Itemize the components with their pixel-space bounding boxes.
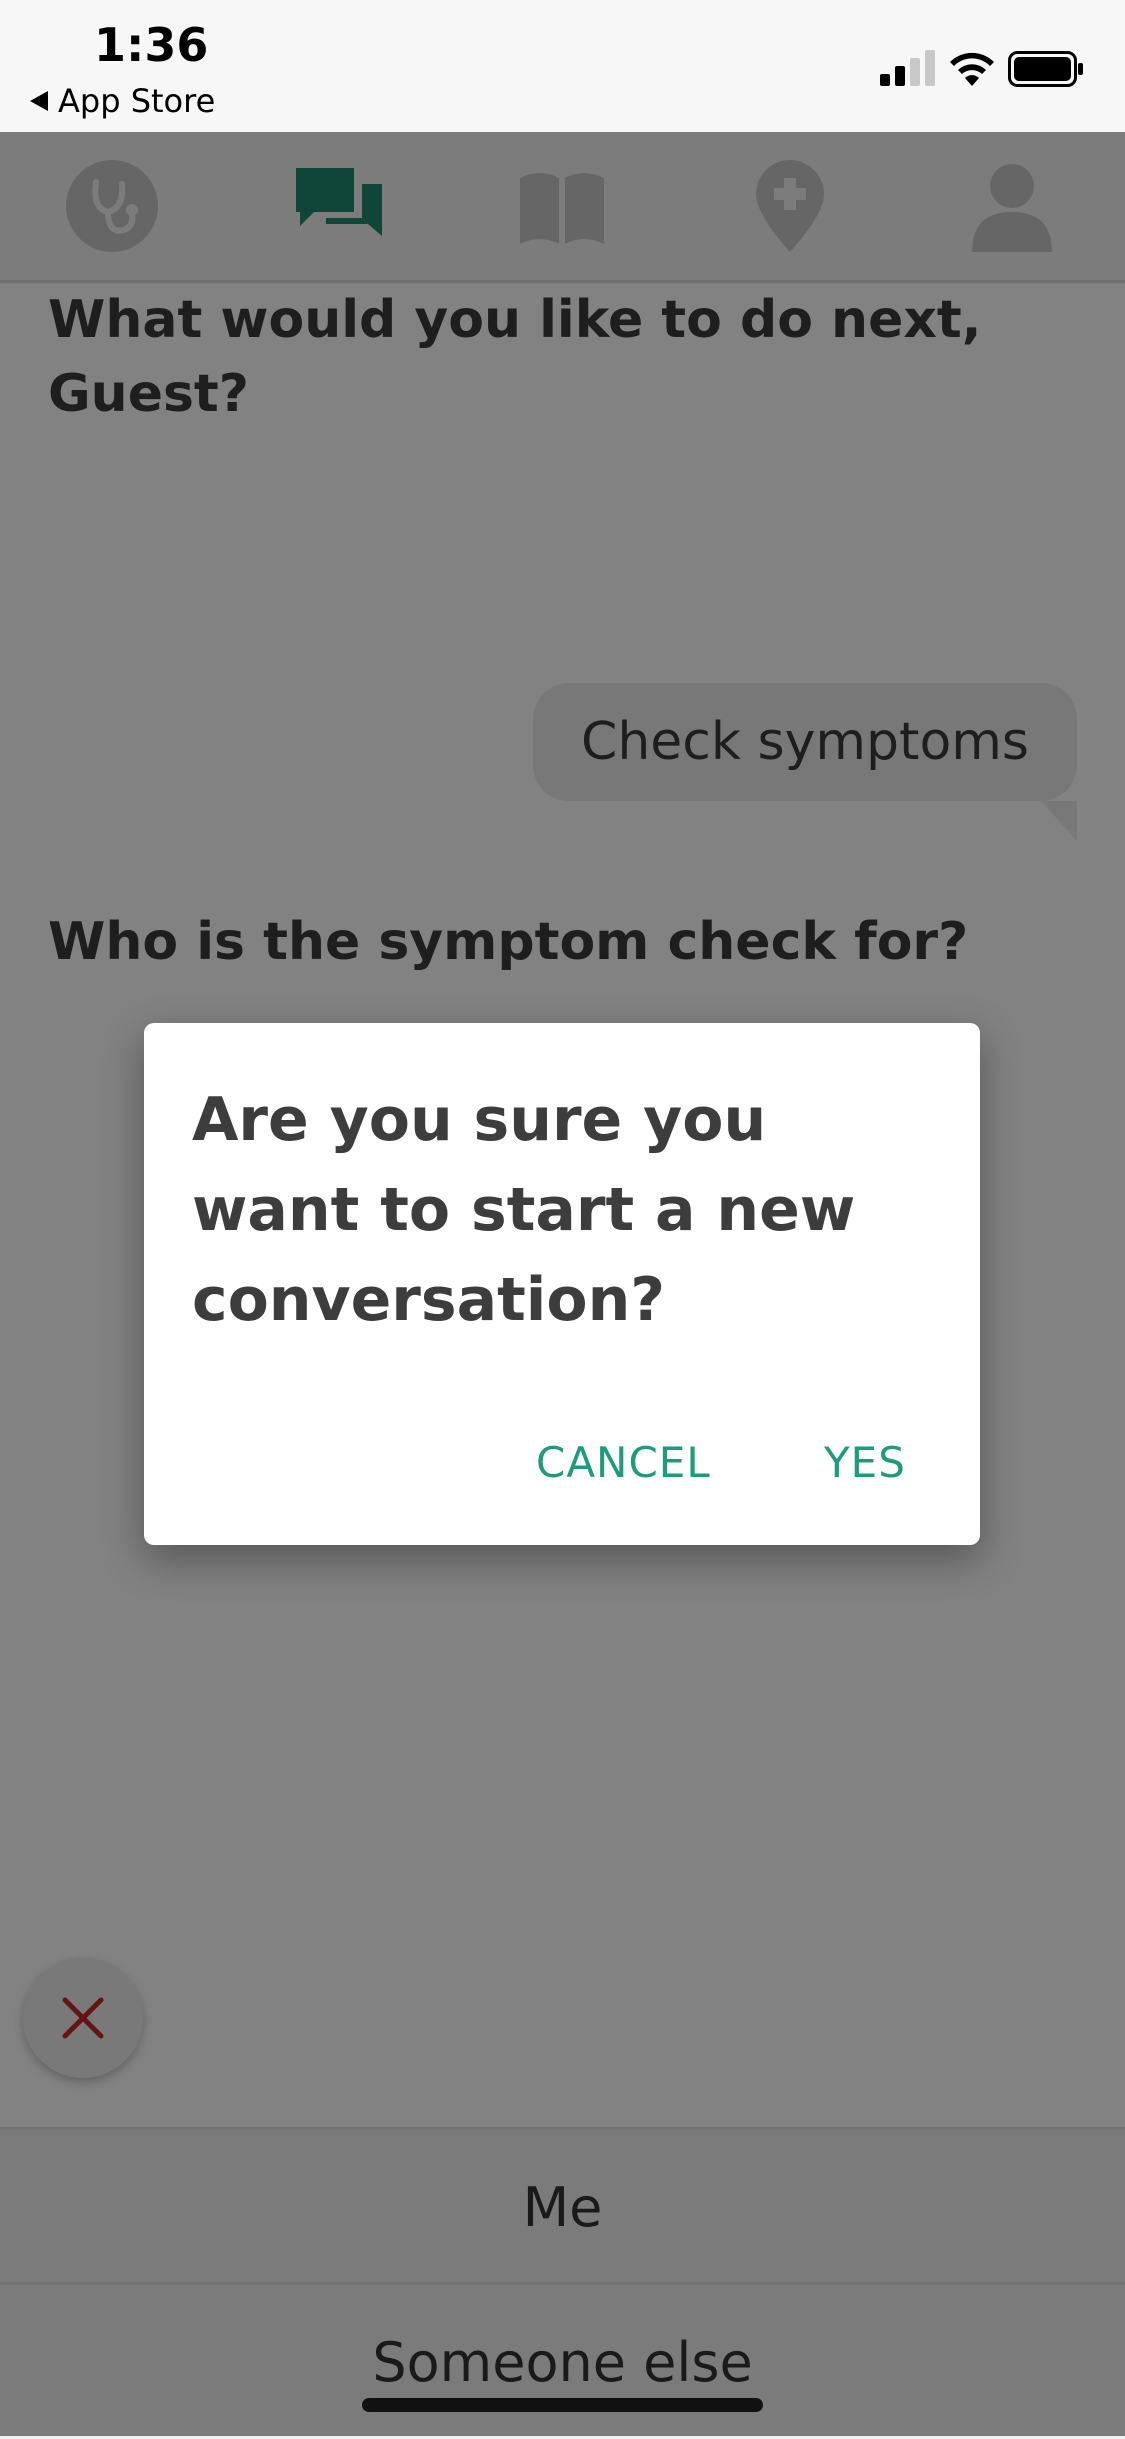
home-indicator (362, 2398, 763, 2412)
dialog-title: Are you sure you want to start a new con… (192, 1085, 856, 1335)
status-bar: 1:36 App Store (0, 0, 1125, 132)
back-to-app-store[interactable]: App Store (30, 82, 215, 120)
status-time: 1:36 (94, 18, 209, 72)
new-conversation-dialog: Are you sure you want to start a new con… (144, 1023, 980, 1545)
cancel-button[interactable]: CANCEL (536, 1438, 711, 1487)
back-label: App Store (58, 82, 216, 120)
wifi-icon (950, 52, 994, 86)
cellular-signal-icon (880, 50, 935, 86)
battery-icon (1008, 51, 1083, 87)
back-arrow-icon (30, 91, 48, 111)
yes-button[interactable]: YES (824, 1438, 906, 1487)
